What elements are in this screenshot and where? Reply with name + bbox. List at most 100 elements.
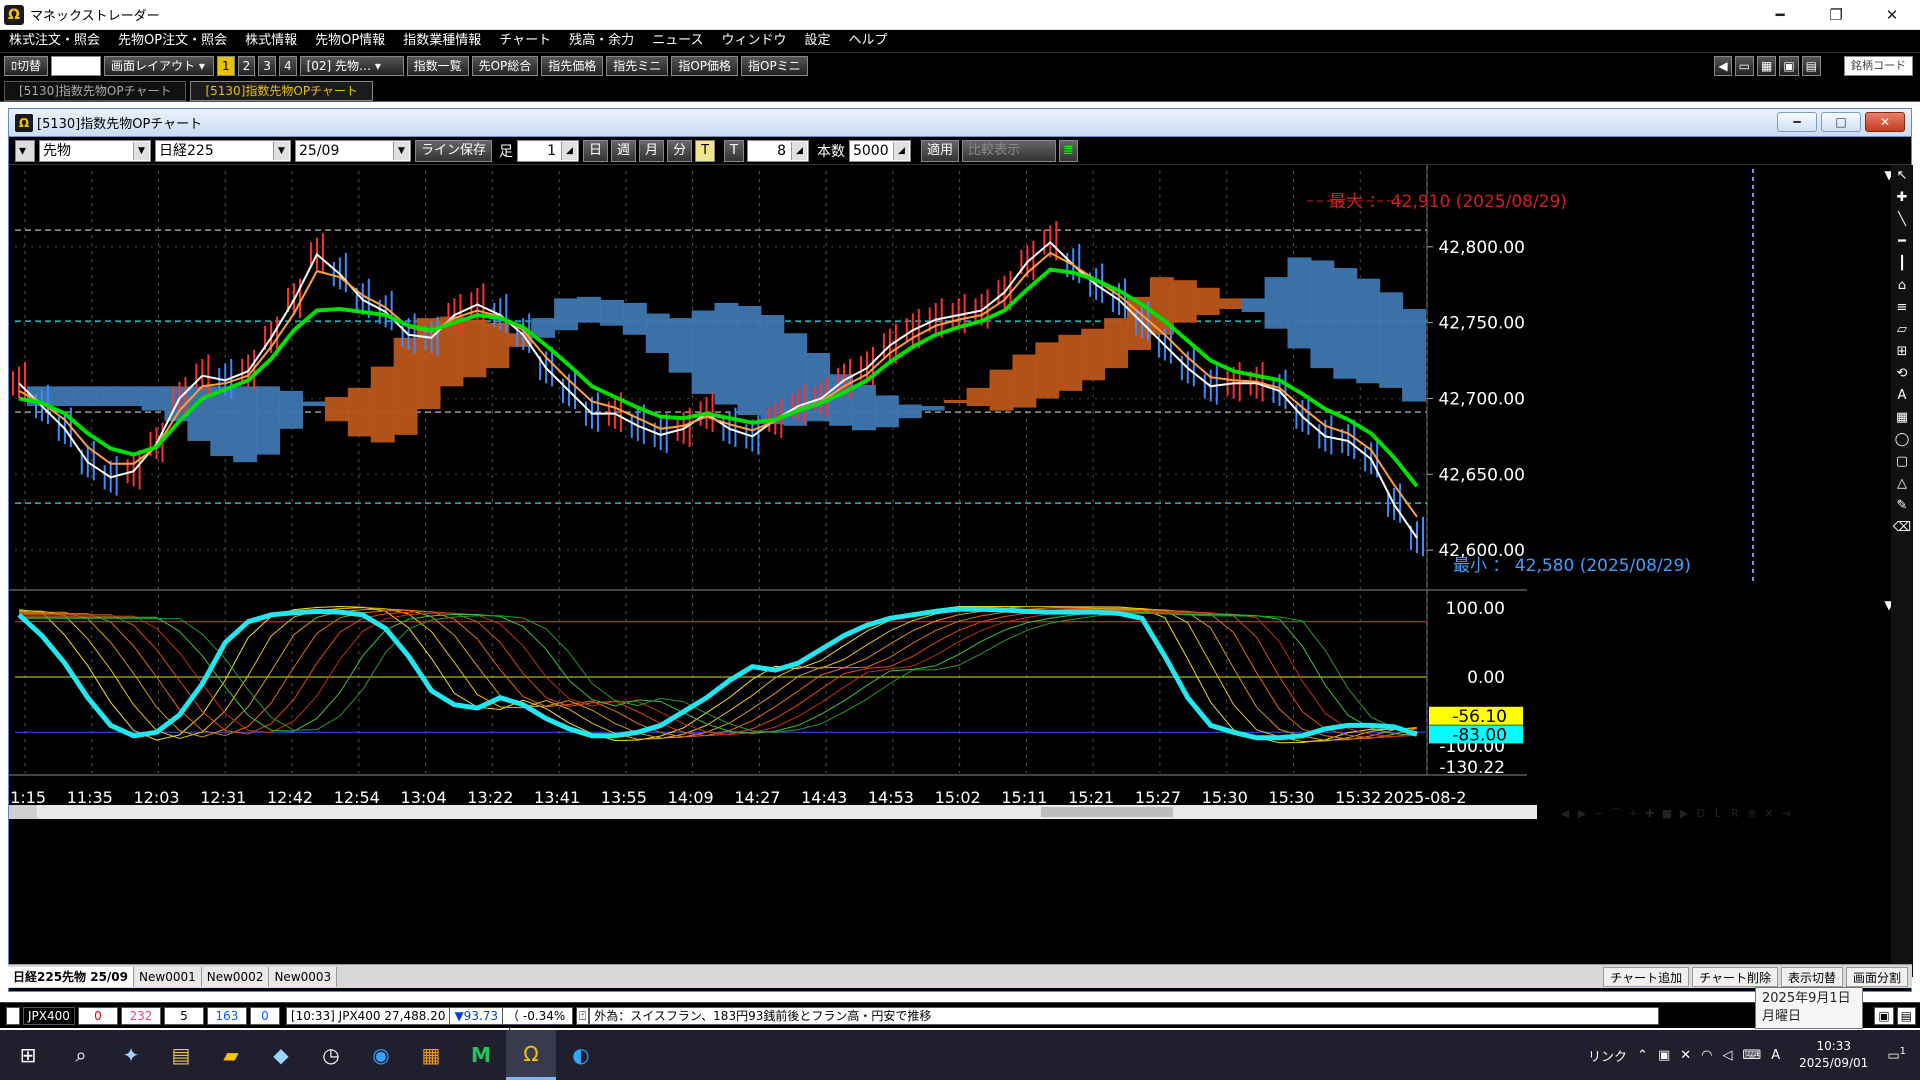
period-minute-button[interactable]: 分 <box>667 139 693 162</box>
edge-icon[interactable]: ◐ <box>556 1030 606 1080</box>
layout-dropdown[interactable]: 画面レイアウト ▾ <box>104 55 215 76</box>
chart-tab[interactable]: New0001 <box>134 966 202 987</box>
index-futures-price-button[interactable]: 指先価格 <box>541 55 604 76</box>
eraser-icon[interactable]: ✎ <box>1891 495 1913 517</box>
clear-icon[interactable]: ⌫ <box>1891 517 1913 539</box>
gann-icon[interactable]: ⊞ <box>1891 341 1913 363</box>
crosshair-icon[interactable]: ✚ <box>1891 187 1913 209</box>
clock[interactable]: 10:33 2025/09/01 <box>1799 1038 1868 1072</box>
table-icon[interactable]: ▦ <box>1891 407 1913 429</box>
line-save-button[interactable]: ライン保存 <box>415 139 493 162</box>
menu-item[interactable]: ウィンドウ <box>712 30 795 52</box>
menu-item[interactable]: 株式情報 <box>236 30 306 52</box>
chart-tab[interactable]: New0003 <box>269 966 338 987</box>
index-list-button[interactable]: 指数一覧 <box>406 55 469 76</box>
pin-icon[interactable]: ⌂ <box>1891 275 1913 297</box>
channel-icon[interactable]: ▱ <box>1891 319 1913 341</box>
monex-trader-icon[interactable]: Ω <box>506 1030 556 1080</box>
index-select[interactable]: 日経225 ▼ <box>155 139 291 162</box>
menu-item[interactable]: チャート <box>490 30 560 52</box>
apply-button[interactable]: 適用 <box>920 139 959 162</box>
ticker-close-icon[interactable]: ▤ <box>1896 1007 1916 1025</box>
menu-item[interactable]: 指数業種情報 <box>394 30 490 52</box>
index-op-mini-button[interactable]: 指OPミニ <box>741 55 808 76</box>
line-tool-icon[interactable]: ╲ <box>1891 209 1913 231</box>
ticker-settings-icon[interactable]: ▣ <box>1874 1007 1894 1025</box>
search-icon[interactable]: ⌕ <box>56 1030 106 1080</box>
ellipse-icon[interactable]: ◯ <box>1891 429 1913 451</box>
menu-item[interactable]: ヘルプ <box>839 30 896 52</box>
cycle-icon[interactable]: ⟲ <box>1891 363 1913 385</box>
preset-dropdown[interactable]: [02] 先物… ▾ <box>299 55 404 76</box>
period-tick-button[interactable]: T <box>695 139 716 162</box>
window-tab-active[interactable]: [5130]指数先物OPチャート <box>190 81 373 101</box>
m-app-icon[interactable]: M <box>456 1030 506 1080</box>
restore-button[interactable]: ❐ <box>1808 0 1864 30</box>
vline-tool-icon[interactable]: ┃ <box>1891 253 1913 275</box>
index-op-price-button[interactable]: 指OP価格 <box>671 55 738 76</box>
tray-links-label[interactable]: リンク <box>1588 1046 1627 1065</box>
ime-icon[interactable]: A <box>1771 1048 1780 1063</box>
chart-minimize-button[interactable]: ━ <box>1777 112 1817 132</box>
code-input[interactable]: 銘柄コード <box>1844 56 1913 76</box>
layout-1-button[interactable]: 1 <box>217 55 235 76</box>
futures-op-summary-button[interactable]: 先OP総合 <box>471 55 539 76</box>
tick-input[interactable]: 8 ◢ <box>746 139 809 162</box>
menu-item[interactable]: 先物OP注文・照会 <box>109 30 236 52</box>
rect-icon[interactable]: ▢ <box>1891 451 1913 473</box>
hline-tool-icon[interactable]: ━ <box>1891 231 1913 253</box>
text-tool-icon[interactable]: A <box>1891 385 1913 407</box>
chart-close-button[interactable]: ✕ <box>1865 112 1905 132</box>
menu-item[interactable]: ニュース <box>643 30 712 52</box>
widgets-icon[interactable]: ▤ <box>156 1030 206 1080</box>
chevron-up-icon[interactable]: ⌃ <box>1637 1048 1648 1063</box>
contract-select[interactable]: 25/09 ▼ <box>295 139 411 162</box>
app-grid-icon[interactable]: ▦ <box>406 1030 456 1080</box>
ticker-checkbox[interactable] <box>6 1006 20 1025</box>
chart-tab[interactable]: New0002 <box>201 966 270 987</box>
prev-icon[interactable]: ◀ <box>1714 56 1732 76</box>
close-button[interactable]: ✕ <box>1864 0 1920 30</box>
menu-item[interactable]: 株式注文・照会 <box>0 30 109 52</box>
toggle-display-button[interactable]: 表示切替 <box>1780 966 1843 987</box>
copilot-icon[interactable]: ✦ <box>106 1030 156 1080</box>
menu-item[interactable]: 設定 <box>795 30 839 52</box>
indicator-icon[interactable]: ≣ <box>1059 139 1078 162</box>
menu-item[interactable]: 残高・余力 <box>560 30 643 52</box>
save-icon[interactable]: ▤ <box>1801 56 1821 76</box>
kind-select[interactable]: 先物 ▼ <box>39 139 151 162</box>
minimize-button[interactable]: ━ <box>1752 0 1808 30</box>
split-screen-button[interactable]: 画面分割 <box>1845 966 1908 987</box>
chart-svg[interactable]: 11:15 11:35 12:03 12:31 12:42 12:54 13:04 13:22… <box>0 165 1913 977</box>
period-week-button[interactable]: 週 <box>611 139 637 162</box>
file-explorer-icon[interactable]: ▰ <box>206 1030 256 1080</box>
add-chart-button[interactable]: チャート追加 <box>1603 966 1690 987</box>
chart-tab-active[interactable]: 日経225先物 25/09 <box>8 966 135 987</box>
window-icon[interactable]: ▭ <box>1734 56 1754 76</box>
ashi-input[interactable]: 1 ◢ <box>517 139 580 162</box>
lock-icon[interactable]: ▣ <box>1779 56 1799 76</box>
notepad-icon[interactable]: ◆ <box>256 1030 306 1080</box>
cursor-icon[interactable]: ↖ <box>1891 165 1913 187</box>
compare-button[interactable]: 比較表示 <box>962 139 1056 162</box>
count-input[interactable]: 5000 ◢ <box>848 139 911 162</box>
menu-item[interactable]: 先物OP情報 <box>306 30 394 52</box>
chart-maximize-button[interactable]: □ <box>1821 112 1861 132</box>
notification-icon[interactable]: ▭1 <box>1887 1046 1906 1063</box>
period-month-button[interactable]: 月 <box>639 139 665 162</box>
layout-2-button[interactable]: 2 <box>237 55 256 76</box>
clock-app-icon[interactable]: ◷ <box>306 1030 356 1080</box>
news-ticker[interactable]: 外為：スイスフラン、183円93銭前後とフラン高・円安で推移 <box>589 1006 1660 1025</box>
start-icon[interactable]: ⊞ <box>0 1030 56 1080</box>
menu-dropdown[interactable]: ▾ <box>15 139 35 162</box>
switch-input[interactable] <box>51 55 102 76</box>
layout-3-button[interactable]: 3 <box>258 55 276 76</box>
switch-button[interactable]: ﾛ切替 <box>4 55 49 76</box>
triangle-icon[interactable]: △ <box>1891 473 1913 495</box>
grid-icon[interactable]: ▦ <box>1756 56 1777 76</box>
index-futures-mini-button[interactable]: 指先ミニ <box>606 55 669 76</box>
period-day-button[interactable]: 日 <box>583 139 609 162</box>
mt4-icon[interactable]: ◉ <box>356 1030 406 1080</box>
ticker-label[interactable]: JPX400 <box>23 1006 75 1025</box>
layout-4-button[interactable]: 4 <box>278 55 297 76</box>
